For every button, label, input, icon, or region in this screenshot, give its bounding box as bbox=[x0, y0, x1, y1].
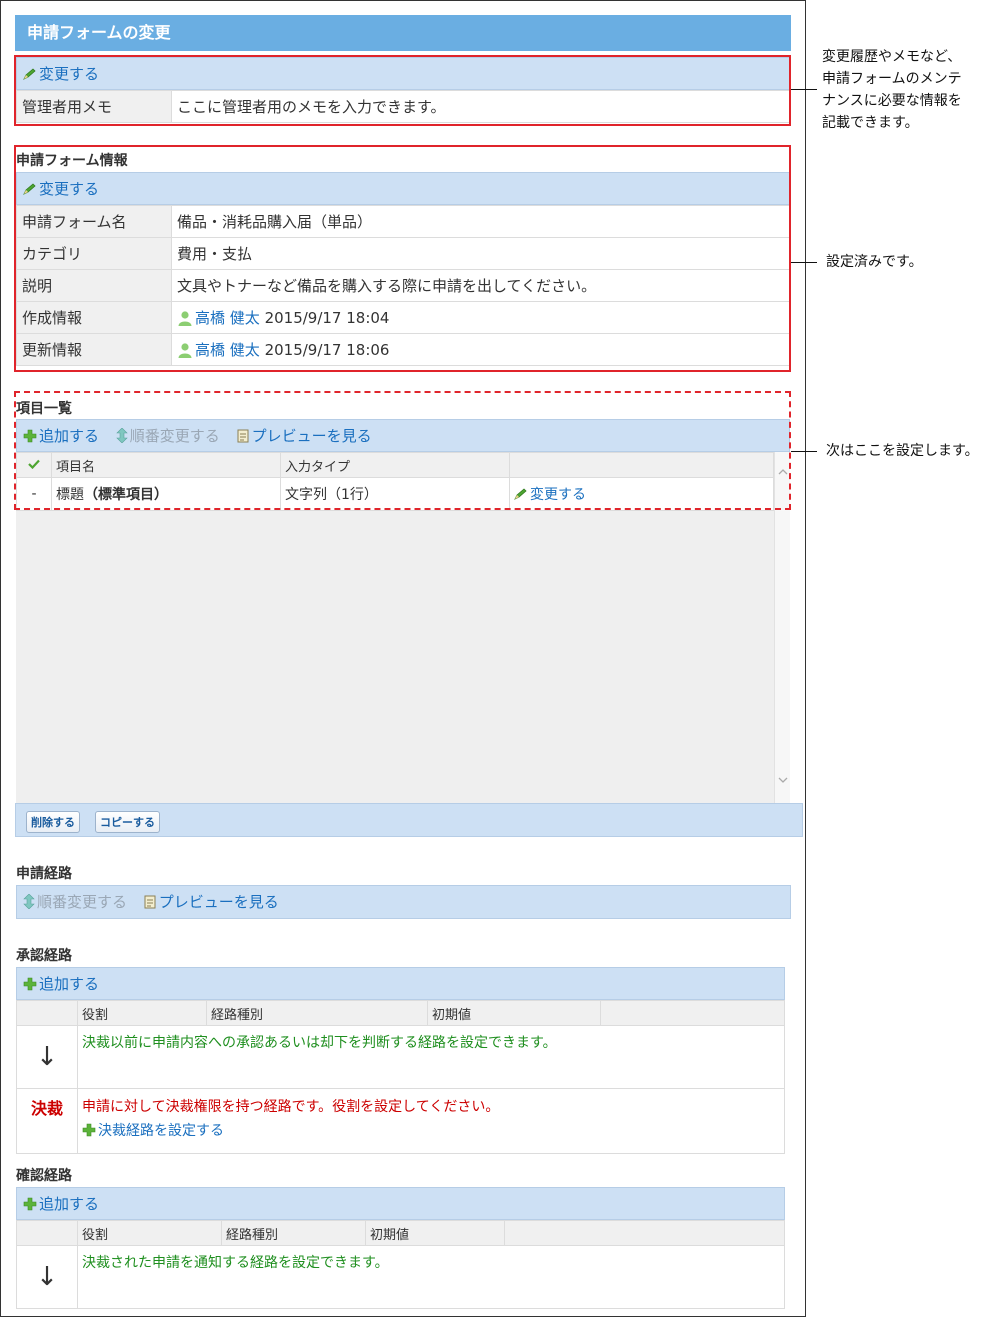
confirm-toolbar: 追加する bbox=[16, 1187, 785, 1220]
annotation-line: ナンスに必要な情報を bbox=[822, 93, 962, 109]
approval-initial-header: 初期値 bbox=[427, 1000, 601, 1026]
confirm-add-link[interactable]: 追加する bbox=[23, 1195, 99, 1213]
decision-route-link[interactable]: 決裁経路を設定する bbox=[82, 1123, 224, 1139]
table-row: 決裁 申請に対して決裁権限を持つ経路です。役割を設定してください。 決裁経路を設… bbox=[16, 1088, 785, 1154]
approval-route-type-header: 経路種別 bbox=[206, 1000, 428, 1026]
decision-stamp-icon: 決裁 bbox=[30, 1099, 63, 1118]
table-row: ↓ 決裁された申請を通知する経路を設定できます。 bbox=[16, 1245, 785, 1309]
annotation-line: 申請フォームのメンテ bbox=[822, 71, 962, 87]
annotation-connector bbox=[791, 262, 817, 263]
confirm-route-type-header: 経路種別 bbox=[221, 1220, 366, 1246]
down-arrow-icon: ↓ bbox=[16, 1245, 78, 1309]
annotation-line: 記載できます。 bbox=[822, 115, 919, 131]
highlight-memo-box bbox=[14, 55, 791, 126]
confirm-heading: 確認経路 bbox=[16, 1168, 72, 1184]
confirm-role-header: 役割 bbox=[77, 1220, 222, 1246]
annotation-connector bbox=[791, 89, 817, 90]
route-heading: 申請経路 bbox=[16, 866, 72, 882]
route-reorder-label: 順番変更する bbox=[37, 893, 128, 911]
confirm-table: 役割 経路種別 初期値 ↓ 決裁された申請を通知する経路を設定できます。 bbox=[16, 1220, 785, 1309]
plus-icon bbox=[23, 977, 37, 991]
approval-role-header: 役割 bbox=[77, 1000, 207, 1026]
approval-extra-header bbox=[600, 1000, 785, 1026]
annotation-line: 変更履歴やメモなど、 bbox=[822, 49, 962, 65]
approval-info: 決裁以前に申請内容への承認あるいは却下を判断する経路を設定できます。 bbox=[77, 1025, 785, 1089]
decision-stamp-cell: 決裁 bbox=[16, 1088, 78, 1154]
route-reorder-link[interactable]: 順番変更する bbox=[23, 893, 132, 911]
route-preview-label: プレビューを見る bbox=[158, 893, 279, 911]
updown-icon bbox=[23, 894, 35, 909]
approval-table: 役割 経路種別 初期値 ↓ 決裁以前に申請内容への承認あるいは却下を判断する経路… bbox=[16, 1000, 785, 1154]
document-icon bbox=[144, 895, 156, 909]
confirm-extra-header bbox=[504, 1220, 785, 1246]
approval-heading: 承認経路 bbox=[16, 948, 72, 964]
confirm-initial-header: 初期値 bbox=[365, 1220, 505, 1246]
annotation-connector bbox=[791, 451, 817, 452]
items-action-bar: 削除する コピーする bbox=[15, 803, 803, 837]
confirm-add-label: 追加する bbox=[39, 1195, 100, 1213]
annotation-note-3: 次はここを設定します。 bbox=[826, 443, 979, 459]
route-toolbar: 順番変更する プレビューを見る bbox=[16, 885, 791, 919]
table-row: ↓ 決裁以前に申請内容への承認あるいは却下を判断する経路を設定できます。 bbox=[16, 1025, 785, 1089]
plus-icon bbox=[82, 1123, 96, 1137]
approval-toolbar: 追加する bbox=[16, 967, 785, 1000]
route-preview-link[interactable]: プレビューを見る bbox=[144, 893, 279, 911]
page-title: 申請フォームの変更 bbox=[15, 15, 791, 51]
approval-add-label: 追加する bbox=[39, 975, 100, 993]
highlight-items-box bbox=[14, 391, 791, 510]
approval-blank-header bbox=[16, 1000, 78, 1026]
copy-button[interactable]: コピーする bbox=[95, 811, 160, 833]
confirm-blank-header bbox=[16, 1220, 78, 1246]
annotation-note-1: 変更履歴やメモなど、 申請フォームのメンテ ナンスに必要な情報を 記載できます。 bbox=[822, 46, 987, 134]
plus-icon bbox=[23, 1197, 37, 1211]
approval-add-link[interactable]: 追加する bbox=[23, 975, 99, 993]
annotation-note-2: 設定済みです。 bbox=[826, 254, 923, 270]
decision-cell: 申請に対して決裁権限を持つ経路です。役割を設定してください。 決裁経路を設定する bbox=[77, 1088, 785, 1154]
decision-route-label: 決裁経路を設定する bbox=[98, 1123, 224, 1139]
confirm-info: 決裁された申請を通知する経路を設定できます。 bbox=[77, 1245, 785, 1309]
highlight-form-info-box bbox=[14, 145, 791, 372]
down-arrow-icon: ↓ bbox=[16, 1025, 78, 1089]
decision-text: 申請に対して決裁権限を持つ経路です。役割を設定してください。 bbox=[82, 1099, 500, 1115]
delete-button[interactable]: 削除する bbox=[26, 811, 80, 833]
scroll-down-icon[interactable] bbox=[778, 776, 788, 784]
